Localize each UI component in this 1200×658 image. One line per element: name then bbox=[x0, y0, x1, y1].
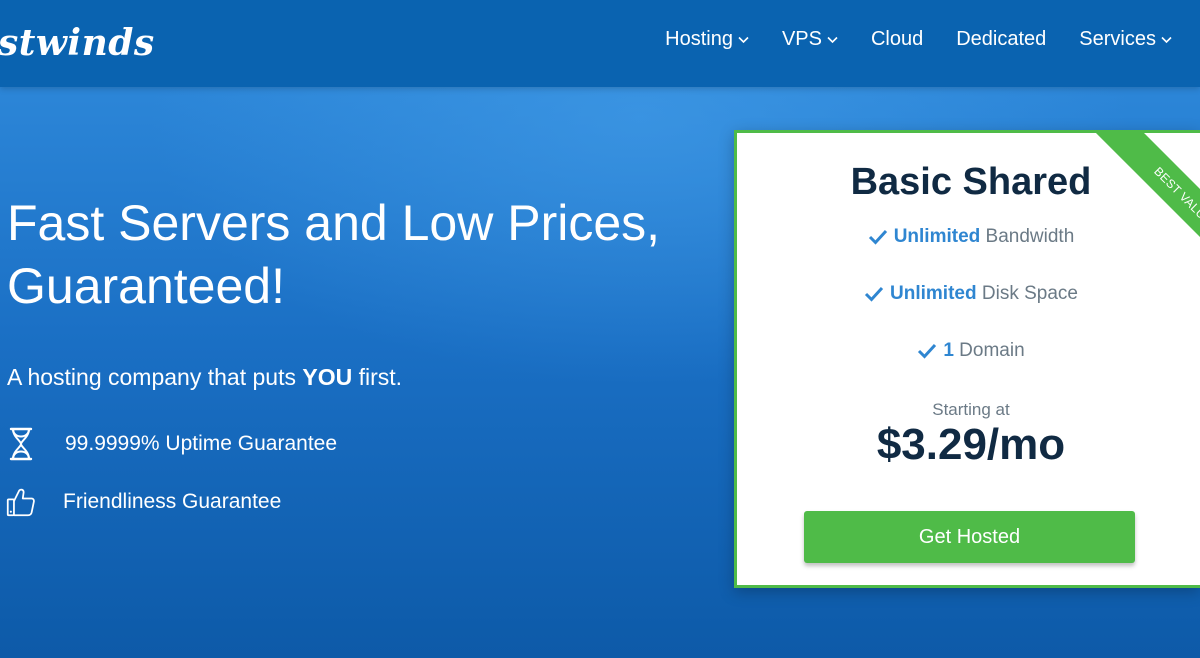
thumbs-up-icon bbox=[6, 484, 36, 520]
nav-vps-label: VPS bbox=[781, 28, 822, 50]
starting-at-label: Starting at bbox=[932, 400, 1010, 419]
hero-headline: Fast Servers and Low Prices, Guaranteed! bbox=[7, 192, 707, 318]
hero-headline-line2: Guaranteed! bbox=[7, 258, 285, 314]
plan-feature-text: Bandwidth bbox=[980, 226, 1075, 247]
feature-friendliness: Friendliness Guarantee bbox=[6, 484, 281, 520]
nav-hosting-label: Hosting bbox=[665, 28, 733, 50]
plan-feature: Unlimited Disk Space bbox=[737, 283, 1200, 305]
nav-cloud[interactable]: Cloud bbox=[871, 28, 923, 51]
plan-feature-highlight: Unlimited bbox=[893, 226, 981, 247]
plan-feature: 1 Domain bbox=[737, 340, 1200, 362]
plan-feature-highlight: 1 bbox=[943, 340, 954, 361]
plan-feature-text: Domain bbox=[953, 340, 1025, 361]
feature-uptime-label: 99.9999% Uptime Guarantee bbox=[65, 432, 338, 455]
nav-cloud-label: Cloud bbox=[870, 28, 924, 50]
plan-feature-highlight: Unlimited bbox=[890, 283, 977, 304]
hero-subline: A hosting company that puts YOU first. bbox=[7, 364, 402, 391]
subline-prefix: A hosting company that puts bbox=[7, 364, 303, 390]
hourglass-icon bbox=[6, 426, 36, 462]
best-value-ribbon: BEST VALUE bbox=[1093, 133, 1200, 286]
nav-dedicated[interactable]: Dedicated bbox=[956, 28, 1046, 51]
checkmark-icon bbox=[918, 343, 937, 359]
site-header: stwinds Hosting VPS Cloud Dedicated Serv… bbox=[0, 0, 1200, 87]
get-hosted-button[interactable]: Get Hosted bbox=[804, 511, 1135, 563]
logo[interactable]: stwinds bbox=[0, 22, 155, 64]
subline-suffix: first. bbox=[352, 364, 403, 390]
plan-title: Basic Shared bbox=[850, 161, 1092, 203]
plan-feature-text: Disk Space bbox=[976, 283, 1078, 304]
feature-friendliness-label: Friendliness Guarantee bbox=[63, 490, 282, 513]
chevron-down-icon bbox=[827, 36, 838, 43]
nav-vps[interactable]: VPS bbox=[782, 28, 838, 51]
checkmark-icon bbox=[864, 286, 884, 302]
hero-headline-line1: Fast Servers and Low Prices, bbox=[7, 195, 661, 251]
nav-services-label: Services bbox=[1079, 28, 1156, 50]
subline-emphasis: YOU bbox=[302, 364, 353, 390]
chevron-down-icon bbox=[1161, 36, 1172, 43]
plan-card: BEST VALUE Basic Shared Unlimited Bandwi… bbox=[734, 130, 1200, 588]
nav-hosting[interactable]: Hosting bbox=[665, 28, 749, 51]
nav-services[interactable]: Services bbox=[1079, 28, 1172, 51]
plan-feature: Unlimited Bandwidth bbox=[737, 226, 1200, 248]
main-nav: Hosting VPS Cloud Dedicated Services bbox=[665, 28, 1172, 51]
chevron-down-icon bbox=[738, 36, 749, 43]
plan-price: $3.29/mo bbox=[876, 420, 1066, 469]
checkmark-icon bbox=[868, 229, 887, 245]
nav-dedicated-label: Dedicated bbox=[956, 28, 1047, 50]
feature-uptime: 99.9999% Uptime Guarantee bbox=[6, 426, 337, 462]
